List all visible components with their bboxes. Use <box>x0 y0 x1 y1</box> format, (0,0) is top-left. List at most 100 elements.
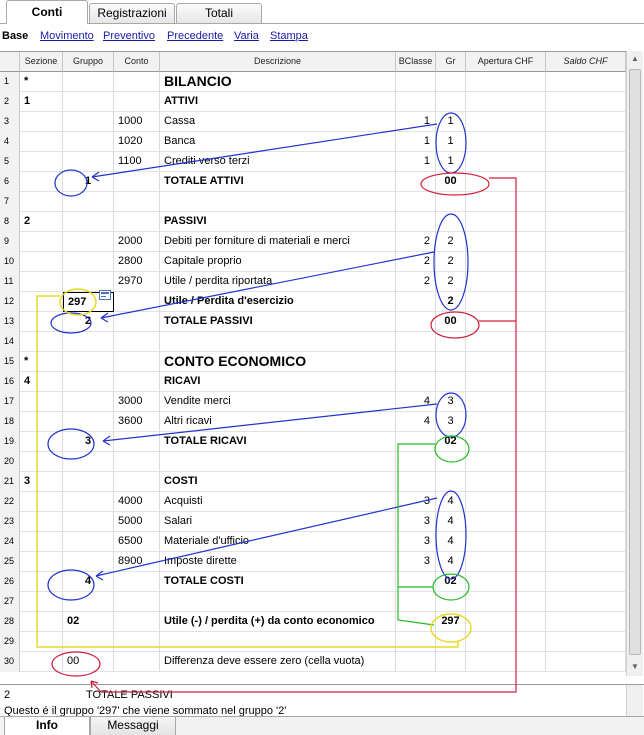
cell-gr[interactable]: 2 <box>436 232 466 252</box>
header-gr[interactable]: Gr <box>436 52 466 72</box>
cell-apertura[interactable] <box>466 532 546 552</box>
cell-conto[interactable] <box>114 212 160 232</box>
cell-gruppo[interactable] <box>63 212 114 232</box>
cell-bclasse[interactable] <box>396 472 436 492</box>
cell-conto[interactable]: 5000 <box>114 512 160 532</box>
cell-sezione[interactable] <box>20 312 63 332</box>
cell-bclasse[interactable] <box>396 172 436 192</box>
cell-bclasse[interactable] <box>396 92 436 112</box>
cell-saldo[interactable] <box>546 172 626 192</box>
cell-gruppo[interactable]: 02 <box>63 612 114 632</box>
cell-bclasse[interactable] <box>396 72 436 92</box>
cell-gr[interactable] <box>436 192 466 212</box>
table-row[interactable]: 23 5000 Salari 3 4 <box>0 512 626 532</box>
cell-sezione[interactable]: 3 <box>20 472 63 492</box>
cell-apertura[interactable] <box>466 312 546 332</box>
cell-apertura[interactable] <box>466 192 546 212</box>
cell-bclasse[interactable] <box>396 652 436 672</box>
cell-gruppo[interactable]: 00 <box>63 652 114 672</box>
cell-descrizione[interactable]: Utile / perdita riportata <box>160 272 396 292</box>
cell-gr[interactable]: 2 <box>436 272 466 292</box>
cell-gr[interactable]: 00 <box>436 312 466 332</box>
scroll-thumb[interactable] <box>629 69 641 655</box>
cell-gr[interactable]: 1 <box>436 112 466 132</box>
table-row[interactable]: 8 2 PASSIVI <box>0 212 626 232</box>
cell-gruppo[interactable] <box>63 512 114 532</box>
cell-descrizione[interactable]: Banca <box>160 132 396 152</box>
cell-saldo[interactable] <box>546 472 626 492</box>
cell-bclasse[interactable]: 4 <box>396 392 436 412</box>
table-row[interactable]: 17 3000 Vendite merci 4 3 <box>0 392 626 412</box>
cell-gruppo[interactable] <box>63 632 114 652</box>
cell-gruppo[interactable] <box>63 272 114 292</box>
table-row[interactable]: 14 <box>0 332 626 352</box>
scroll-down-icon[interactable]: ▼ <box>627 662 643 671</box>
table-row[interactable]: 10 2800 Capitale proprio 2 2 <box>0 252 626 272</box>
header-gruppo[interactable]: Gruppo <box>63 52 114 72</box>
table-row[interactable]: 5 1100 Crediti verso terzi 1 1 <box>0 152 626 172</box>
cell-conto[interactable]: 3000 <box>114 392 160 412</box>
cell-apertura[interactable] <box>466 632 546 652</box>
header-descrizione[interactable]: Descrizione <box>160 52 396 72</box>
cell-gr[interactable] <box>436 372 466 392</box>
cell-descrizione[interactable]: Differenza deve essere zero (cella vuota… <box>160 652 396 672</box>
cell-bclasse[interactable] <box>396 292 436 312</box>
cell-sezione[interactable]: 2 <box>20 212 63 232</box>
cell-apertura[interactable] <box>466 332 546 352</box>
tab-registrazioni[interactable]: Registrazioni <box>89 3 175 23</box>
cell-gr[interactable] <box>436 212 466 232</box>
cell-conto[interactable] <box>114 432 160 452</box>
table-row[interactable]: 21 3 COSTI <box>0 472 626 492</box>
cell-conto[interactable] <box>114 72 160 92</box>
info-scrollbar[interactable] <box>626 685 643 718</box>
cell-apertura[interactable] <box>466 132 546 152</box>
cell-sezione[interactable] <box>20 112 63 132</box>
cell-apertura[interactable] <box>466 392 546 412</box>
cell-sezione[interactable]: * <box>20 352 63 372</box>
cell-saldo[interactable] <box>546 432 626 452</box>
cell-sezione[interactable] <box>20 392 63 412</box>
table-row[interactable]: 22 4000 Acquisti 3 4 <box>0 492 626 512</box>
cell-gruppo[interactable] <box>63 252 114 272</box>
table-row[interactable]: 25 8900 Imposte dirette 3 4 <box>0 552 626 572</box>
cell-conto[interactable] <box>114 172 160 192</box>
cell-bclasse[interactable]: 3 <box>396 532 436 552</box>
cell-descrizione[interactable]: TOTALE RICAVI <box>160 432 396 452</box>
cell-gruppo[interactable]: 3 <box>63 432 114 452</box>
cell-gruppo[interactable] <box>63 592 114 612</box>
cell-saldo[interactable] <box>546 152 626 172</box>
cell-descrizione[interactable]: Imposte dirette <box>160 552 396 572</box>
cell-descrizione[interactable]: Crediti verso terzi <box>160 152 396 172</box>
cell-saldo[interactable] <box>546 192 626 212</box>
cell-gr[interactable]: 2 <box>436 252 466 272</box>
cell-sezione[interactable] <box>20 292 63 312</box>
cell-sezione[interactable] <box>20 652 63 672</box>
cell-gr[interactable] <box>436 72 466 92</box>
cell-gr[interactable]: 4 <box>436 532 466 552</box>
cell-conto[interactable] <box>114 472 160 492</box>
header-saldo[interactable]: Saldo CHF <box>546 52 626 72</box>
cell-gruppo[interactable] <box>63 332 114 352</box>
cell-note-icon[interactable] <box>99 290 111 300</box>
cell-gruppo[interactable] <box>63 232 114 252</box>
cell-apertura[interactable] <box>466 432 546 452</box>
cell-gr[interactable] <box>436 652 466 672</box>
cell-descrizione[interactable]: Utile (-) / perdita (+) da conto economi… <box>160 612 396 632</box>
cell-sezione[interactable] <box>20 252 63 272</box>
cell-saldo[interactable] <box>546 392 626 412</box>
accounts-table[interactable]: Sezione Gruppo Conto Descrizione BClasse… <box>0 51 626 676</box>
cell-gruppo[interactable] <box>63 372 114 392</box>
cell-bclasse[interactable] <box>396 572 436 592</box>
cell-gr[interactable]: 4 <box>436 512 466 532</box>
cell-saldo[interactable] <box>546 92 626 112</box>
cell-descrizione[interactable]: Materiale d'ufficio <box>160 532 396 552</box>
cell-gr[interactable]: 297 <box>436 612 466 632</box>
cell-descrizione[interactable]: Vendite merci <box>160 392 396 412</box>
cell-saldo[interactable] <box>546 272 626 292</box>
cell-gr[interactable]: 4 <box>436 552 466 572</box>
cell-descrizione[interactable]: Altri ricavi <box>160 412 396 432</box>
cell-saldo[interactable] <box>546 412 626 432</box>
cell-conto[interactable]: 3600 <box>114 412 160 432</box>
table-row[interactable]: 24 6500 Materiale d'ufficio 3 4 <box>0 532 626 552</box>
cell-conto[interactable] <box>114 192 160 212</box>
